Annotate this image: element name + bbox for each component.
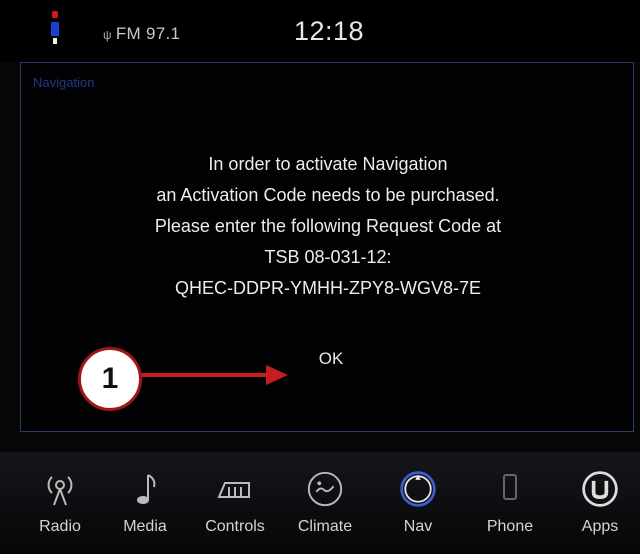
- nav-item-phone[interactable]: Phone: [470, 452, 550, 554]
- phone-icon: [490, 468, 530, 510]
- nav-item-apps[interactable]: Apps: [560, 452, 640, 554]
- controls-icon: [215, 468, 255, 510]
- user-profile-icon[interactable]: [44, 8, 66, 52]
- nav-label: Apps: [581, 518, 619, 535]
- nav-item-radio[interactable]: Radio: [20, 452, 100, 554]
- ok-button[interactable]: OK: [291, 341, 371, 377]
- climate-icon: [305, 468, 345, 510]
- nav-item-controls[interactable]: Controls: [195, 452, 275, 554]
- radio-status[interactable]: ψ FM 97.1: [103, 24, 180, 44]
- activation-message: In order to activate Navigation an Activ…: [21, 149, 635, 304]
- message-line: an Activation Code needs to be purchased…: [156, 185, 500, 205]
- radio-station-label: FM 97.1: [115, 24, 181, 43]
- clock: 12:18: [294, 16, 365, 46]
- status-bar: ψ FM 97.1 12:18: [0, 0, 640, 62]
- apps-icon: [580, 468, 620, 510]
- nav-item-nav[interactable]: Nav: [378, 452, 458, 554]
- message-line: TSB 08-031-12:: [264, 247, 392, 267]
- nav-label: Media: [123, 518, 167, 535]
- nav-label: Radio: [39, 518, 81, 535]
- nav-label: Nav: [403, 518, 433, 535]
- dialog-title: Navigation: [33, 75, 95, 90]
- message-line: In order to activate Navigation: [208, 154, 448, 174]
- nav-icon: [398, 468, 438, 510]
- media-icon: [125, 468, 165, 510]
- callout-arrow: [140, 365, 288, 385]
- message-line: Please enter the following Request Code …: [154, 216, 502, 236]
- nav-item-media[interactable]: Media: [105, 452, 185, 554]
- nav-label: Controls: [205, 518, 265, 535]
- nav-label: Phone: [486, 518, 534, 535]
- bottom-nav-bar: Radio Media Controls Climate Nav Phone A…: [0, 452, 640, 554]
- radio-icon: [40, 468, 80, 510]
- nav-label: Climate: [297, 518, 353, 535]
- antenna-icon: ψ: [103, 28, 112, 42]
- callout-marker: 1: [78, 347, 142, 411]
- nav-item-climate[interactable]: Climate: [285, 452, 365, 554]
- request-code: QHEC-DDPR-YMHH-ZPY8-WGV8-7E: [174, 278, 482, 298]
